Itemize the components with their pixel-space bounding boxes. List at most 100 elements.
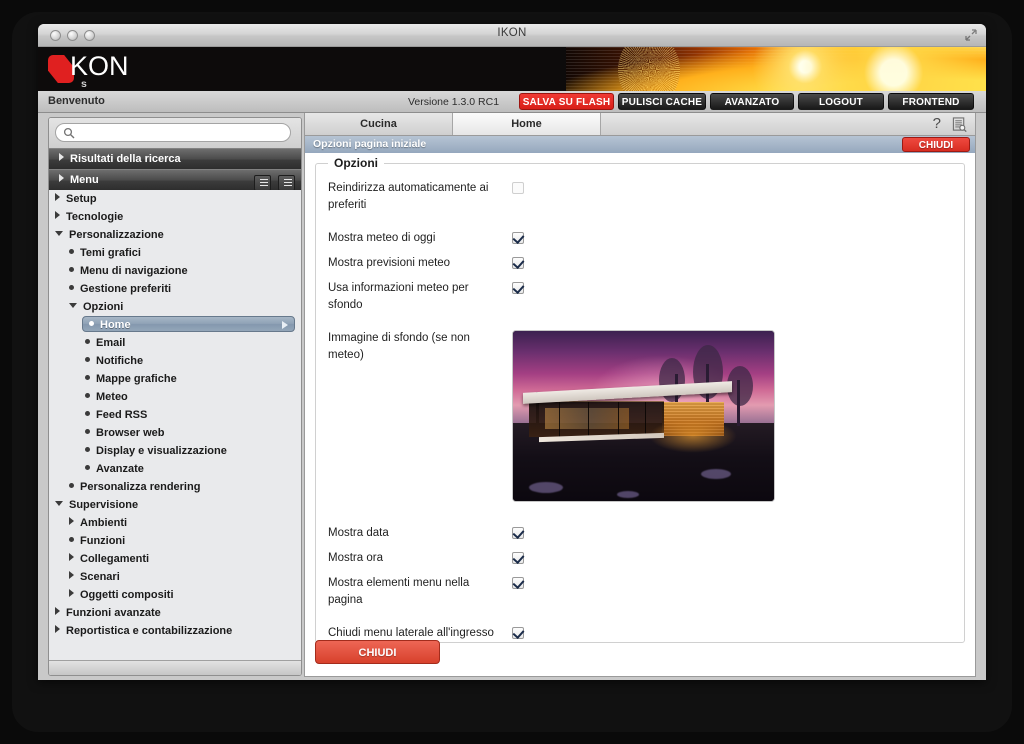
checkbox-mostra-meteo-di-oggi[interactable] (512, 232, 524, 244)
chevron-right-icon (55, 625, 60, 633)
sidebar-item-display-e-visualizzazione[interactable]: Display e visualizzazione (85, 442, 297, 460)
image-snow-patch (528, 481, 563, 493)
search-input[interactable] (80, 125, 284, 143)
sidebar-item-collegamenti[interactable]: Collegamenti (69, 550, 297, 568)
toolbar-button-frontend[interactable]: FRONTEND (888, 93, 974, 110)
sidebar-item-notifiche[interactable]: Notifiche (85, 352, 297, 370)
options-fieldset: Opzioni Reindirizza automaticamente ai p… (315, 156, 965, 643)
option-label: Mostra meteo di oggi (328, 232, 436, 244)
window-title: IKON (497, 27, 527, 39)
sidebar-item-personalizza-rendering[interactable]: Personalizza rendering (69, 478, 297, 496)
bullet-icon (85, 429, 90, 434)
chevron-down-icon (55, 501, 63, 506)
sidebar-item-label: Meteo (96, 391, 128, 403)
image-snow-patch (617, 490, 640, 498)
bullet-icon (85, 447, 90, 452)
sidebar-item-meteo[interactable]: Meteo (85, 388, 297, 406)
collapse-all-icon[interactable] (278, 175, 295, 192)
panel-content: Opzioni Reindirizza automaticamente ai p… (305, 153, 975, 676)
sidebar-section-search-results[interactable]: Risultati della ricerca (49, 148, 301, 171)
welcome-label: Benvenuto (48, 95, 105, 107)
toolbar-button-logout[interactable]: LOGOUT (798, 93, 884, 110)
bullet-icon (85, 411, 90, 416)
sidebar-item-label: Mappe grafiche (96, 373, 177, 385)
toolbar-button-pulisci-cache[interactable]: PULISCI CACHE (618, 93, 706, 110)
application-window: IKON KON s e r v e r Benvenuto Versione … (38, 24, 986, 680)
top-toolbar: Benvenuto Versione 1.3.0 RC1 SALVA SU FL… (38, 91, 986, 113)
chevron-right-icon (69, 589, 74, 597)
screen-root: IKON KON s e r v e r Benvenuto Versione … (0, 0, 1024, 744)
sidebar-item-avanzate[interactable]: Avanzate (85, 460, 297, 478)
sidebar-item-tecnologie[interactable]: Tecnologie (55, 208, 297, 226)
sidebar-item-label: Notifiche (96, 355, 144, 367)
sidebar-item-label: Browser web (96, 427, 165, 439)
option-label: Mostra elementi menu nella pagina (328, 577, 470, 606)
toolbar-button-avanzato[interactable]: AVANZATO (710, 93, 794, 110)
tab-cucina[interactable]: Cucina (305, 113, 453, 135)
close-bottom-button[interactable]: CHIUDI (315, 640, 440, 664)
checkbox-chiudi-menu-laterale-all-ingresso[interactable] (512, 627, 524, 639)
sidebar-item-label: Gestione preferiti (80, 283, 172, 295)
search-icon (63, 127, 75, 139)
window-body: Risultati della ricerca Menu Setup Tecnol… (38, 113, 986, 680)
close-top-button[interactable]: CHIUDI (902, 137, 970, 152)
chevron-right-icon (59, 153, 64, 161)
expand-all-icon[interactable] (253, 175, 271, 192)
sidebar-item-temi-grafici[interactable]: Temi grafici (69, 244, 297, 262)
sidebar-section-menu-label: Menu (70, 174, 99, 186)
options-legend: Opzioni (328, 156, 384, 170)
sidebar-item-label: Ambienti (80, 517, 128, 529)
chevron-right-icon (55, 211, 60, 219)
document-search-icon[interactable] (952, 117, 967, 132)
sidebar-section-menu[interactable]: Menu (49, 169, 301, 192)
sidebar-item-gestione-preferiti[interactable]: Gestione preferiti (69, 280, 297, 298)
brand-banner: KON s e r v e r (38, 47, 986, 91)
tab-home[interactable]: Home (453, 113, 601, 135)
checkbox-reindirizza-automaticamente-ai-preferiti[interactable] (512, 182, 524, 194)
option-label: Reindirizza automaticamente ai preferiti (328, 182, 489, 211)
image-snow-patch (700, 468, 731, 479)
bullet-icon (69, 537, 74, 542)
sidebar-item-mappe-grafiche[interactable]: Mappe grafiche (85, 370, 297, 388)
sidebar-item-label: Setup (66, 193, 97, 205)
sidebar-item-ambienti[interactable]: Ambienti (69, 514, 297, 532)
version-label: Versione 1.3.0 RC1 (408, 96, 500, 108)
sidebar-item-funzioni-avanzate[interactable]: Funzioni avanzate (55, 604, 297, 622)
sidebar-item-oggetti-compositi[interactable]: Oggetti compositi (69, 586, 297, 604)
toolbar-button-salva-su-flash[interactable]: SALVA SU FLASH (519, 93, 614, 110)
sidebar-item-home[interactable]: Home (82, 316, 295, 332)
checkbox-usa-informazioni-meteo-per-sfondo[interactable] (512, 282, 524, 294)
window-titlebar: IKON (38, 24, 986, 47)
sidebar-item-label: Feed RSS (96, 409, 148, 421)
sidebar-item-label: Reportistica e contabilizzazione (66, 625, 233, 637)
sidebar-item-feed-rss[interactable]: Feed RSS (85, 406, 297, 424)
sidebar-item-personalizzazione[interactable]: Personalizzazione (55, 226, 297, 244)
sidebar-item-scenari[interactable]: Scenari (69, 568, 297, 586)
sidebar-item-label: Opzioni (83, 301, 124, 313)
sidebar-item-email[interactable]: Email (85, 334, 297, 352)
sidebar-item-label: Tecnologie (66, 211, 124, 223)
sidebar-search-area (49, 118, 301, 149)
sidebar-item-label: Collegamenti (80, 553, 150, 565)
tab-bar: Cucina Home ? (305, 113, 975, 136)
maximize-icon[interactable] (965, 29, 977, 41)
sidebar-item-opzioni[interactable]: Opzioni (69, 298, 297, 316)
sidebar-item-label: Email (96, 337, 126, 349)
help-icon[interactable]: ? (933, 115, 941, 132)
search-box[interactable] (55, 123, 291, 143)
checkbox-mostra-data[interactable] (512, 527, 524, 539)
background-image-preview[interactable] (512, 330, 775, 502)
sidebar-tree: Setup Tecnologie Personalizzazione Temi gra… (49, 190, 301, 675)
sidebar-item-setup[interactable]: Setup (55, 190, 297, 208)
sidebar-item-browser-web[interactable]: Browser web (85, 424, 297, 442)
banner-artwork (566, 47, 986, 91)
sidebar: Risultati della ricerca Menu Setup Tecnol… (48, 117, 302, 676)
checkbox-mostra-elementi-menu-nella-pagina[interactable] (512, 577, 524, 589)
sidebar-item-funzioni[interactable]: Funzioni (69, 532, 297, 550)
checkbox-mostra-previsioni-meteo[interactable] (512, 257, 524, 269)
sidebar-item-label: Menu di navigazione (80, 265, 188, 277)
sidebar-item-menu-di-navigazione[interactable]: Menu di navigazione (69, 262, 297, 280)
sidebar-item-reportistica-e-contabilizzazione[interactable]: Reportistica e contabilizzazione (55, 622, 297, 640)
sidebar-item-supervisione[interactable]: Supervisione (55, 496, 297, 514)
checkbox-mostra-ora[interactable] (512, 552, 524, 564)
